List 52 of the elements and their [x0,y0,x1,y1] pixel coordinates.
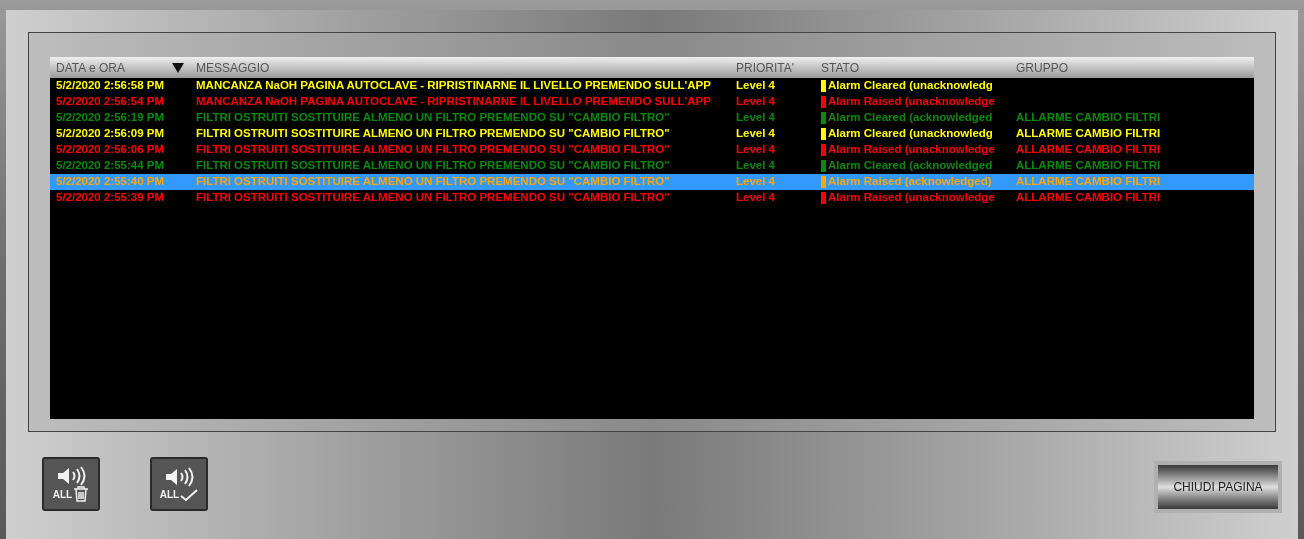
table-cell-text: 5/2/2020 2:55:44 PM [55,158,166,174]
table-cell-text: ALLARME CAMBIO FILTRI [1015,126,1162,142]
table-cell-text: Alarm Raised (unacknowledge [828,142,995,158]
table-cell-text: ALLARME CAMBIO FILTRI [1015,190,1162,206]
table-cell-text: Alarm Raised (acknowledged) [828,174,992,190]
table-cell-text: ALLARME CAMBIO FILTRI [1015,158,1162,174]
table-cell-text: FILTRI OSTRUITI SOSTITUIRE ALMENO UN FILTRO PREMENDO SU "CAMBIO FILTRO" [195,126,671,142]
button-label: ALL [159,487,180,502]
table-cell-text: Alarm Cleared (acknowledged [828,158,993,174]
table-cell-text: Level 4 [735,174,776,190]
checkmark-icon [180,487,199,502]
table-cell-text: Alarm Raised (unacknowledge [828,94,995,110]
table-cell-text: FILTRI OSTRUITI SOSTITUIRE ALMENO UN FILTRO PREMENDO SU "CAMBIO FILTRO" [195,110,671,126]
table-cell-text: 5/2/2020 2:55:40 PM [55,174,166,190]
table-cell-text: Alarm Cleared (acknowledged [828,110,993,126]
table-cell-text: 5/2/2020 2:55:39 PM [55,190,166,206]
silence-button[interactable]: ALL [42,457,100,511]
table-cell-text: FILTRI OSTRUITI SOSTITUIRE ALMENO UN FILTRO PREMENDO SU "CAMBIO FILTRO" [195,158,671,174]
speaker-icon [164,466,194,487]
table-cell-text: 5/2/2020 2:56:54 PM [55,94,166,110]
button-label: ALL [52,488,73,502]
table-cell-text: FILTRI OSTRUITI SOSTITUIRE ALMENO UN FILTRO PREMENDO SU "CAMBIO FILTRO" [195,190,671,206]
table-cell-text: MANCANZA NaOH PAGINA AUTOCLAVE - RIPRISTINARNE IL LIVELLO PREMENDO SULL'APP [195,94,712,110]
table-cell-text: Level 4 [735,142,776,158]
column-header[interactable]: PRIORITA' [730,59,815,77]
column-header[interactable]: MESSAGGIO [190,59,730,77]
table-cell-text: MANCANZA NaOH PAGINA AUTOCLAVE - RIPRISTINARNE IL LIVELLO PREMENDO SULL'APP [195,78,712,94]
table-cell-text: Alarm Cleared (unacknowledg [828,78,993,94]
table-cell-text: ALLARME CAMBIO FILTRI [1015,110,1162,126]
table-cell-text: FILTRI OSTRUITI SOSTITUIRE ALMENO UN FILTRO PREMENDO SU "CAMBIO FILTRO" [195,174,671,190]
table-cell-text: 5/2/2020 2:56:58 PM [55,78,166,94]
table-cell-text: Level 4 [735,94,776,110]
silence-button[interactable]: ALL [150,457,208,511]
table-cell-text: 5/2/2020 2:56:06 PM [55,142,166,158]
table-cell-text: Level 4 [735,78,776,94]
column-header[interactable]: GRUPPO [1010,59,1254,77]
table-cell-text: Level 4 [735,110,776,126]
table-cell-text: Level 4 [735,126,776,142]
table-cell-text: ALLARME CAMBIO FILTRI [1015,142,1162,158]
close-page-button[interactable]: CHIUDI PAGINA [1154,461,1282,513]
table-cell-text: 5/2/2020 2:56:09 PM [55,126,166,142]
table-cell-text: FILTRI OSTRUITI SOSTITUIRE ALMENO UN FILTRO PREMENDO SU "CAMBIO FILTRO" [195,142,671,158]
table-cell-text: Level 4 [735,158,776,174]
table-cell-text: Alarm Raised (unacknowledge [828,190,995,206]
table-cell-text: Alarm Cleared (unacknowledg [828,126,993,142]
table-cell-text: 5/2/2020 2:56:19 PM [55,110,166,126]
table-cell-text: ALLARME CAMBIO FILTRI [1015,174,1162,190]
column-header[interactable]: DATA e ORA [50,59,190,77]
trash-icon [73,486,90,502]
table-cell-text: Level 4 [735,190,776,206]
column-header[interactable]: STATO [815,59,1010,77]
speaker-icon [56,466,86,486]
